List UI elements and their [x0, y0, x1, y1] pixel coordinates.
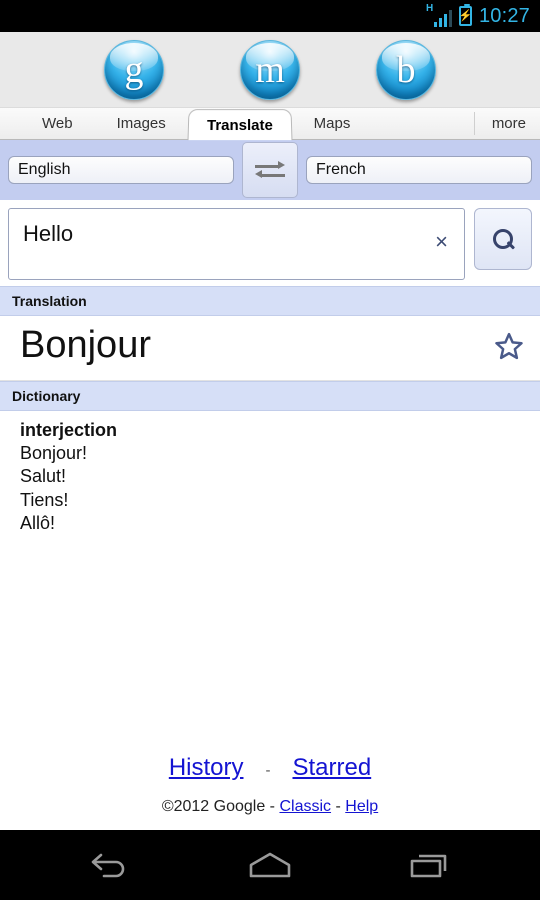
swap-languages-button[interactable]	[242, 142, 298, 198]
source-language-select[interactable]: English	[8, 156, 234, 184]
status-icons: H ⚡ 10:27	[425, 3, 530, 28]
tab-more[interactable]: more	[492, 115, 526, 132]
logo-bar: g m b	[0, 32, 540, 108]
tab-bar: Web Images Translate Maps more	[0, 108, 540, 141]
mail-orb-button[interactable]: m	[240, 39, 300, 100]
home-icon	[249, 852, 291, 878]
back-icon	[91, 853, 125, 878]
blog-orb-label: b	[396, 48, 416, 91]
dictionary-item: Salut!	[20, 466, 67, 487]
tab-more-zone: more	[473, 108, 540, 139]
google-orb-label: g	[124, 48, 144, 91]
copyright-text: ©2012 Google -	[161, 798, 276, 815]
status-clock: 10:27	[478, 4, 530, 27]
translation-result: Bonjour	[20, 324, 151, 366]
blog-orb-button[interactable]: b	[376, 39, 436, 100]
footer-dash: -	[335, 798, 341, 815]
dictionary-part-of-speech: interjection	[20, 419, 118, 440]
tab-web[interactable]: Web	[20, 108, 95, 139]
search-button[interactable]	[474, 208, 532, 270]
phone-screen: H ⚡ 10:27 g m b Web Images Translate Map…	[0, 0, 540, 900]
starred-link[interactable]: Starred	[292, 754, 371, 782]
network-type-label: H	[425, 3, 434, 14]
classic-link[interactable]: Classic	[279, 798, 331, 815]
arrow-right-icon	[255, 161, 285, 169]
query-input-value: Hello	[23, 221, 74, 246]
battery-charging-icon: ⚡	[459, 4, 472, 26]
dictionary-entries: interjection Bonjour! Salut! Tiens! Allô…	[0, 410, 540, 536]
target-language-select[interactable]: French	[306, 156, 532, 184]
footer-links: History - Starred	[0, 754, 540, 782]
dictionary-item: Tiens!	[20, 489, 69, 510]
signal-bars-icon: H	[425, 3, 453, 27]
signal-bars-glyph	[433, 10, 453, 27]
page-footer: History - Starred ©2012 Google - Classic…	[0, 754, 540, 830]
dictionary-section-header: Dictionary	[0, 380, 540, 411]
tab-list: Web Images Translate Maps	[0, 108, 373, 141]
star-icon[interactable]	[494, 331, 524, 361]
translation-section-header: Translation	[0, 286, 540, 316]
recent-apps-button[interactable]	[394, 842, 466, 888]
google-orb-button[interactable]: g	[104, 39, 164, 100]
recent-apps-icon	[410, 854, 447, 878]
search-icon	[492, 228, 514, 250]
dictionary-item: Bonjour!	[20, 442, 88, 463]
tab-maps[interactable]: Maps	[292, 108, 373, 139]
tab-images[interactable]: Images	[95, 108, 188, 139]
translation-result-row: Bonjour	[0, 316, 540, 381]
footer-separator: -	[265, 762, 271, 779]
back-button[interactable]	[74, 842, 146, 888]
history-link[interactable]: History	[169, 754, 244, 782]
status-bar: H ⚡ 10:27	[0, 0, 540, 32]
tab-translate[interactable]: Translate	[187, 109, 293, 141]
home-button[interactable]	[234, 842, 306, 888]
query-input[interactable]: Hello ×	[8, 208, 465, 280]
mail-orb-label: m	[255, 48, 285, 91]
help-link[interactable]: Help	[345, 798, 378, 815]
query-row: Hello ×	[0, 200, 540, 286]
content-spacer	[0, 535, 540, 754]
language-bar: English French	[0, 140, 540, 200]
clear-icon[interactable]: ×	[435, 231, 448, 253]
android-nav-bar	[0, 830, 540, 900]
dictionary-item: Allô!	[20, 513, 56, 534]
arrow-left-icon	[255, 170, 285, 178]
copyright-line: ©2012 Google - Classic - Help	[0, 798, 540, 816]
